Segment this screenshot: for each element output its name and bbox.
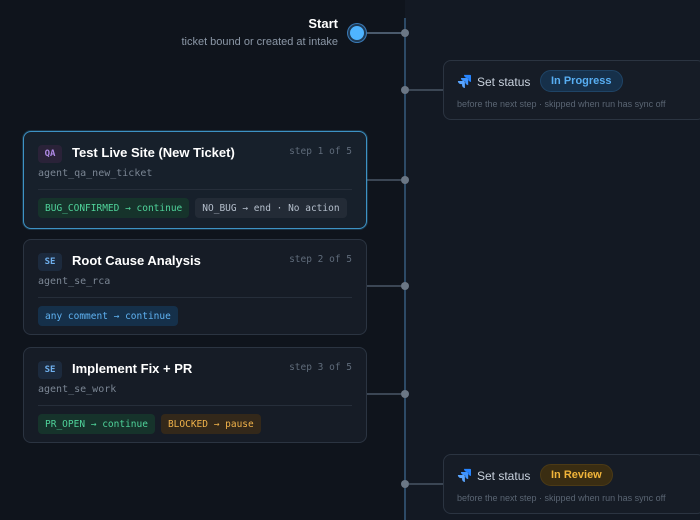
card-divider [38, 297, 352, 298]
agent-id: agent_se_work [38, 384, 117, 395]
spine-node-start [401, 29, 409, 37]
agent-id: agent_se_rca [38, 276, 111, 287]
connector-status-2 [409, 483, 443, 485]
step-card-implement-fix[interactable]: SE Implement Fix + PR step 3 of 5 agent_… [23, 347, 367, 443]
connector-step-3 [367, 393, 401, 395]
jira-icon [457, 74, 471, 88]
outcome-chip[interactable]: BUG_CONFIRMED → continue [38, 198, 190, 218]
start-subtitle: ticket bound or created at intake [181, 36, 338, 48]
step-card-root-cause-analysis[interactable]: SE Root Cause Analysis step 2 of 5 agent… [23, 239, 367, 335]
step-counter: step 3 of 5 [289, 362, 352, 373]
status-action-label: Set status [477, 469, 531, 483]
agent-id: agent_qa_new_ticket [38, 168, 153, 179]
spine-node-step-1 [401, 176, 409, 184]
connector-step-2 [367, 285, 401, 287]
status-action-card[interactable]: Set status In Review before the next ste… [443, 454, 700, 514]
status-pill-in-review[interactable]: In Review [540, 464, 613, 486]
outcome-chip[interactable]: BLOCKED → pause [160, 414, 261, 434]
status-action-label: Set status [477, 75, 531, 89]
jira-icon [457, 468, 471, 482]
spine-node-status-1 [401, 86, 409, 94]
step-card-test-live-site[interactable]: QA Test Live Site (New Ticket) step 1 of… [23, 131, 367, 229]
step-title: Test Live Site (New Ticket) [72, 145, 235, 160]
outcome-chip[interactable]: any comment → continue [38, 306, 178, 326]
start-connector [366, 32, 404, 34]
agent-type-badge: SE [38, 253, 62, 271]
status-action-note: before the next step · skipped when run … [457, 99, 666, 109]
start-node[interactable] [348, 24, 366, 42]
step-counter: step 2 of 5 [289, 254, 352, 265]
card-divider [38, 189, 352, 190]
card-divider [38, 405, 352, 406]
start-title: Start [308, 16, 338, 31]
step-title: Root Cause Analysis [72, 253, 201, 268]
step-counter: step 1 of 5 [289, 146, 352, 157]
outcome-chip[interactable]: NO_BUG → end · No action [195, 198, 347, 218]
outcome-chip[interactable]: PR_OPEN → continue [38, 414, 155, 434]
agent-type-badge: SE [38, 361, 62, 379]
status-pill-in-progress[interactable]: In Progress [540, 70, 623, 92]
connector-step-1 [367, 179, 401, 181]
agent-type-badge: QA [38, 145, 62, 163]
status-action-card[interactable]: Set status In Progress before the next s… [443, 60, 700, 120]
spine-node-step-2 [401, 282, 409, 290]
spine-node-status-2 [401, 480, 409, 488]
status-action-note: before the next step · skipped when run … [457, 493, 666, 503]
connector-status-1 [409, 89, 443, 91]
step-title: Implement Fix + PR [72, 361, 193, 376]
spine-node-step-3 [401, 390, 409, 398]
